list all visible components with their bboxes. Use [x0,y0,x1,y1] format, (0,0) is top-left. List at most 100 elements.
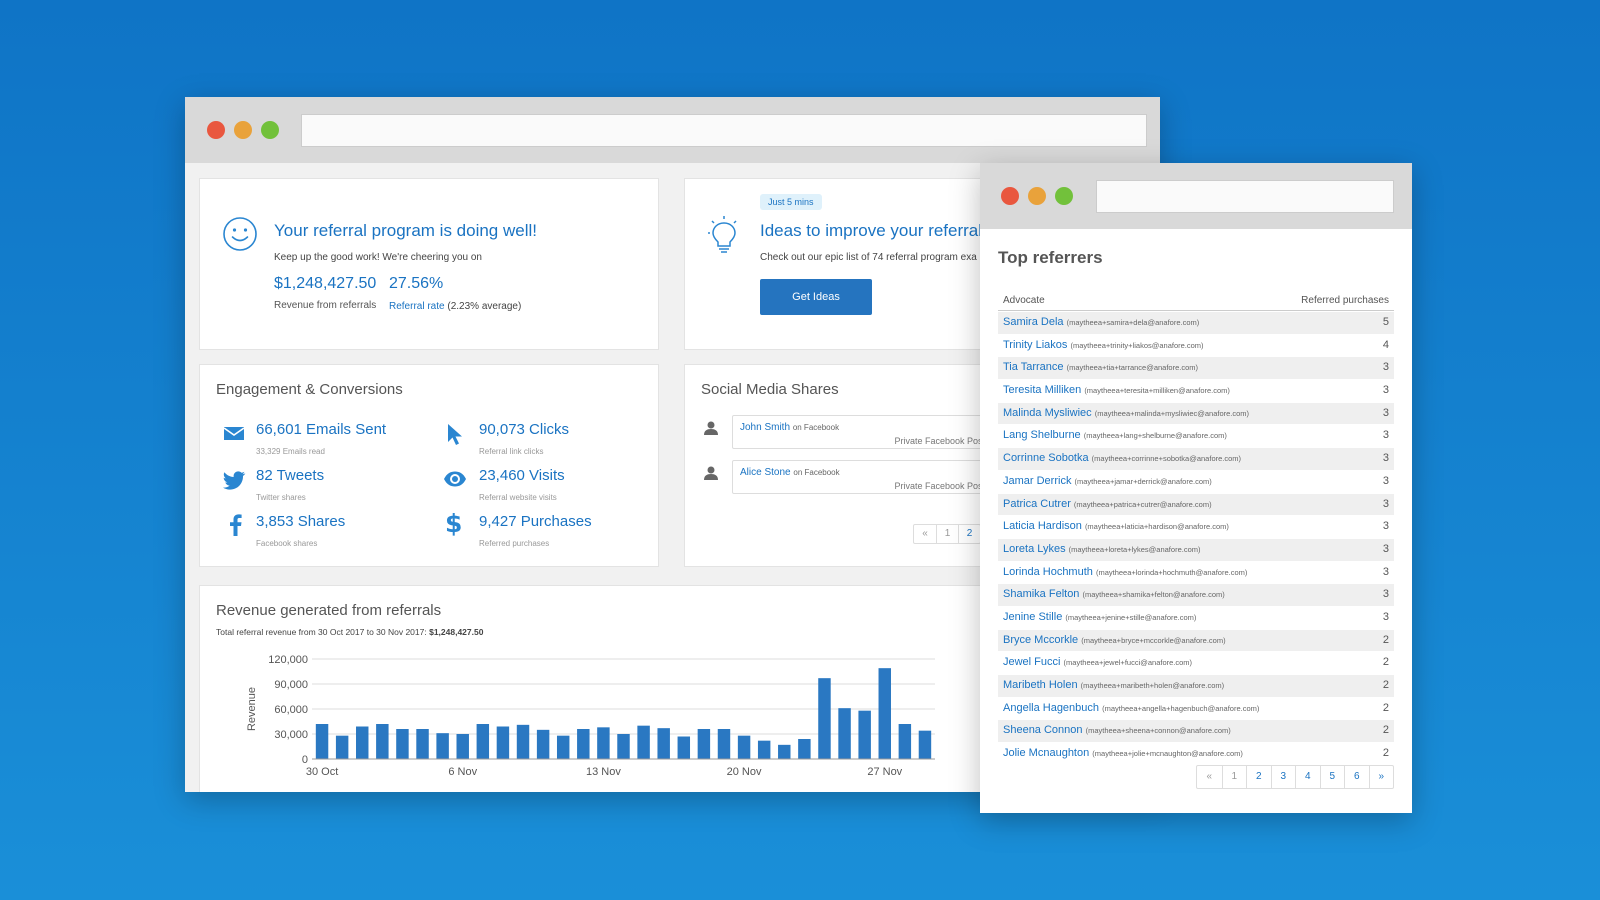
maximize-button[interactable] [1055,187,1073,205]
referred-purchases-count: 2 [1382,724,1389,737]
table-row[interactable]: Angella Hagenbuch (maytheea+angella+hage… [998,698,1394,721]
sharer-name[interactable]: Alice Stone [740,467,791,478]
pager-page-2[interactable]: 2 [1246,766,1271,788]
advocate-name[interactable]: Angella Hagenbuch (maytheea+angella+hage… [1003,702,1259,714]
bar [396,729,409,759]
advocate-name-text[interactable]: Patrica Cutrer [1003,498,1071,510]
advocate-name[interactable]: Tia Tarrance (maytheea+tia+tarrance@anaf… [1003,361,1198,373]
table-row[interactable]: Corrinne Sobotka (maytheea+corrinne+sobo… [998,448,1394,471]
advocate-name-text[interactable]: Corrinne Sobotka [1003,452,1089,464]
pager-page-3[interactable]: 3 [1270,766,1296,788]
advocate-name[interactable]: Maribeth Holen (maytheea+maribeth+holen@… [1003,679,1224,691]
table-row[interactable]: Maribeth Holen (maytheea+maribeth+holen@… [998,675,1394,698]
advocate-name-text[interactable]: Sheena Connon [1003,724,1083,736]
pager-page-4[interactable]: 4 [1295,766,1320,788]
pager-page-1[interactable]: 1 [936,525,958,543]
advocate-name[interactable]: Shamika Felton (maytheea+shamika+felton@… [1003,588,1225,600]
advocate-name[interactable]: Laticia Hardison (maytheea+laticia+hardi… [1003,520,1229,532]
advocate-name-text[interactable]: Jamar Derrick [1003,475,1071,487]
close-button[interactable] [1001,187,1019,205]
advocate-name[interactable]: Patrica Cutrer (maytheea+patrica+cutrer@… [1003,498,1212,510]
status-subtitle: Keep up the good work! We're cheering yo… [274,252,482,263]
table-row[interactable]: Bryce Mccorkle (maytheea+bryce+mccorkle@… [998,629,1394,653]
table-row[interactable]: Loreta Lykes (maytheea+loreta+lykes@anaf… [998,538,1394,562]
share-item[interactable]: Alice Stone on Facebook Private Facebook… [732,460,992,494]
advocate-name-text[interactable]: Angella Hagenbuch [1003,702,1099,714]
advocate-name-text[interactable]: Jewel Fucci [1003,656,1060,668]
pager-page-2[interactable]: 2 [958,525,980,543]
table-row[interactable]: Jolie Mcnaughton (maytheea+jolie+mcnaugh… [998,743,1394,766]
advocate-name[interactable]: Bryce Mccorkle (maytheea+bryce+mccorkle@… [1003,634,1226,646]
advocate-name-text[interactable]: Jenine Stille [1003,611,1062,623]
bar [737,735,751,759]
advocate-name-text[interactable]: Laticia Hardison [1003,520,1082,532]
advocate-name[interactable]: Jenine Stille (maytheea+jenine+stille@an… [1003,611,1196,623]
advocate-name[interactable]: Samira Dela (maytheea+samira+dela@anafor… [1003,316,1199,328]
maximize-button[interactable] [261,121,279,139]
x-tick-label: 6 Nov [448,766,477,778]
advocate-name[interactable]: Corrinne Sobotka (maytheea+corrinne+sobo… [1003,452,1241,464]
advocate-name-text[interactable]: Tia Tarrance [1003,361,1064,373]
advocate-name[interactable]: Sheena Connon (maytheea+sheena+connon@an… [1003,724,1231,736]
close-button[interactable] [207,121,225,139]
advocate-name[interactable]: Loreta Lykes (maytheea+loreta+lykes@anaf… [1003,543,1200,555]
advocate-email: (maytheea+sheena+connon@anafore.com) [1085,726,1231,736]
minimize-button[interactable] [1028,187,1046,205]
advocate-name[interactable]: Lang Shelburne (maytheea+lang+shelburne@… [1003,429,1227,441]
address-bar[interactable] [1096,180,1394,213]
table-row[interactable]: Malinda Mysliwiec (maytheea+malinda+mysl… [998,402,1394,426]
pager-page-5[interactable]: 5 [1319,766,1345,788]
sharer-name[interactable]: John Smith [740,422,790,433]
table-row[interactable]: Teresita Milliken (maytheea+teresita+mil… [998,380,1394,403]
referred-purchases-count: 2 [1382,747,1389,760]
table-row[interactable]: Lang Shelburne (maytheea+lang+shelburne@… [998,425,1394,449]
advocate-name-text[interactable]: Loreta Lykes [1003,543,1066,555]
table-row[interactable]: Samira Dela (maytheea+samira+dela@anafor… [998,312,1394,335]
advocate-name-text[interactable]: Teresita Milliken [1003,384,1081,396]
minimize-button[interactable] [234,121,252,139]
table-row[interactable]: Trinity Liakos (maytheea+trinity+liakos@… [998,335,1394,358]
share-item[interactable]: John Smith on Facebook Private Facebook … [732,415,992,449]
share-platform: on Facebook [793,468,840,477]
table-row[interactable]: Shamika Felton (maytheea+shamika+felton@… [998,584,1394,607]
table-row[interactable]: Jewel Fucci (maytheea+jewel+fucci@anafor… [998,652,1394,675]
referred-purchases-count: 2 [1382,701,1389,714]
address-bar[interactable] [301,114,1147,147]
pager-page-6[interactable]: 6 [1344,766,1369,788]
advocate-name-text[interactable]: Maribeth Holen [1003,679,1078,691]
advocate-name-text[interactable]: Lorinda Hochmuth [1003,566,1093,578]
referral-rate-link[interactable]: Referral rate [389,301,445,312]
advocate-name-text[interactable]: Samira Dela [1003,316,1064,328]
advocate-name[interactable]: Jolie Mcnaughton (maytheea+jolie+mcnaugh… [1003,747,1243,759]
advocate-name[interactable]: Trinity Liakos (maytheea+trinity+liakos@… [1003,339,1204,351]
advocate-email: (maytheea+jenine+stille@anafore.com) [1065,612,1197,622]
advocate-name[interactable]: Lorinda Hochmuth (maytheea+lorinda+hochm… [1003,566,1247,578]
advocate-name-text[interactable]: Shamika Felton [1003,588,1079,600]
table-row[interactable]: Sheena Connon (maytheea+sheena+connon@an… [998,720,1394,744]
pager-prev[interactable]: « [1197,766,1222,788]
advocate-name-text[interactable]: Lang Shelburne [1003,429,1081,441]
pager-prev[interactable]: « [914,525,936,543]
table-row[interactable]: Lorinda Hochmuth (maytheea+lorinda+hochm… [998,562,1394,585]
advocate-name-text[interactable]: Bryce Mccorkle [1003,634,1078,646]
referred-purchases-count: 3 [1382,565,1389,578]
table-row[interactable]: Jenine Stille (maytheea+jenine+stille@an… [998,607,1394,630]
clicks-label: Referral link clicks [479,447,544,456]
pager-page-1[interactable]: 1 [1221,766,1247,788]
table-row[interactable]: Tia Tarrance (maytheea+tia+tarrance@anaf… [998,357,1394,381]
get-ideas-button[interactable]: Get Ideas [760,279,872,315]
advocate-name[interactable]: Jamar Derrick (maytheea+jamar+derrick@an… [1003,475,1212,487]
advocate-name-text[interactable]: Malinda Mysliwiec [1003,407,1092,419]
bar [878,668,891,759]
advocate-name-text[interactable]: Jolie Mcnaughton [1003,747,1089,759]
advocate-name[interactable]: Malinda Mysliwiec (maytheea+malinda+mysl… [1003,407,1249,419]
advocate-name[interactable]: Jewel Fucci (maytheea+jewel+fucci@anafor… [1003,656,1192,668]
table-row[interactable]: Jamar Derrick (maytheea+jamar+derrick@an… [998,471,1394,494]
referred-purchases-count: 3 [1382,497,1389,510]
table-row[interactable]: Patrica Cutrer (maytheea+patrica+cutrer@… [998,493,1394,517]
pager-next[interactable]: » [1368,766,1394,788]
y-tick-label: 0 [302,754,308,766]
advocate-name-text[interactable]: Trinity Liakos [1003,339,1067,351]
advocate-name[interactable]: Teresita Milliken (maytheea+teresita+mil… [1003,384,1230,396]
table-row[interactable]: Laticia Hardison (maytheea+laticia+hardi… [998,516,1394,539]
